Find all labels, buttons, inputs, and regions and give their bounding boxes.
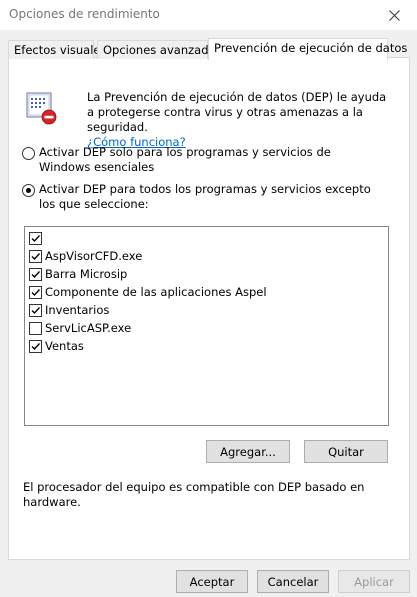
- list-item-label: AspVisorCFD.exe: [45, 249, 143, 263]
- check-icon: [31, 288, 41, 296]
- tab-visual-effects[interactable]: Efectos visuales: [8, 40, 107, 59]
- checkbox[interactable]: [29, 285, 42, 299]
- list-item[interactable]: AspVisorCFD.exe: [29, 247, 142, 265]
- list-item[interactable]: Ventas: [29, 337, 84, 355]
- tab-advanced-options[interactable]: Opciones avanzadas: [97, 40, 222, 59]
- close-button[interactable]: [371, 0, 417, 30]
- check-icon: [31, 342, 41, 350]
- check-icon: [31, 270, 41, 278]
- tab-data-execution-prevention[interactable]: Prevención de ejecución de datos: [208, 38, 407, 60]
- hardware-dep-note: El procesador del equipo es compatible c…: [23, 480, 365, 509]
- list-item-label: ServLicASP.exe: [45, 321, 132, 335]
- tab-label: Prevención de ejecución de datos: [214, 41, 408, 55]
- dep-shield-icon: [26, 92, 57, 125]
- list-item[interactable]: ServLicASP.exe: [29, 319, 131, 337]
- checkbox[interactable]: [29, 303, 42, 317]
- tab-label: Opciones avanzadas: [103, 43, 222, 57]
- intro-description: La Prevención de ejecución de datos (DEP…: [87, 90, 392, 150]
- checkbox[interactable]: [29, 267, 42, 281]
- add-button[interactable]: Agregar...: [206, 440, 290, 463]
- list-item-label: Inventarios: [45, 303, 110, 317]
- radio-label-essential: Activar DEP solo para los programas y se…: [39, 145, 331, 174]
- close-icon: [388, 9, 400, 21]
- list-item[interactable]: [29, 229, 45, 247]
- list-item-label: Componente de las aplicaciones Aspel: [45, 285, 267, 299]
- apply-button[interactable]: Aplicar: [338, 570, 410, 593]
- list-item-label: Barra Microsip: [45, 267, 128, 281]
- checkbox[interactable]: [29, 321, 42, 335]
- check-icon: [31, 306, 41, 314]
- radio-all-except-selected[interactable]: Activar DEP para todos los programas y s…: [22, 182, 387, 212]
- tab-label: Efectos visuales: [14, 43, 107, 57]
- radio-essential-only[interactable]: Activar DEP solo para los programas y se…: [22, 145, 372, 175]
- title-bar: Opciones de rendimiento: [0, 0, 417, 30]
- checkbox[interactable]: [29, 339, 42, 353]
- intro-text: La Prevención de ejecución de datos (DEP…: [87, 90, 387, 134]
- list-item[interactable]: Componente de las aplicaciones Aspel: [29, 283, 267, 301]
- check-icon: [31, 252, 41, 260]
- exception-list[interactable]: AspVisorCFD.exe Barra Microsip Component…: [24, 226, 389, 426]
- check-icon: [31, 234, 41, 242]
- list-item-label: Ventas: [45, 339, 84, 353]
- list-item[interactable]: Barra Microsip: [29, 265, 127, 283]
- remove-button[interactable]: Quitar: [304, 440, 388, 463]
- ok-button[interactable]: Aceptar: [176, 570, 248, 593]
- checkbox[interactable]: [29, 249, 42, 263]
- cancel-button[interactable]: Cancelar: [257, 570, 329, 593]
- checkbox[interactable]: [29, 231, 42, 245]
- window-title: Opciones de rendimiento: [9, 7, 160, 21]
- list-item[interactable]: Inventarios: [29, 301, 109, 319]
- radio-button[interactable]: [22, 184, 35, 197]
- radio-label-all-except: Activar DEP para todos los programas y s…: [39, 182, 371, 211]
- radio-button[interactable]: [22, 147, 35, 160]
